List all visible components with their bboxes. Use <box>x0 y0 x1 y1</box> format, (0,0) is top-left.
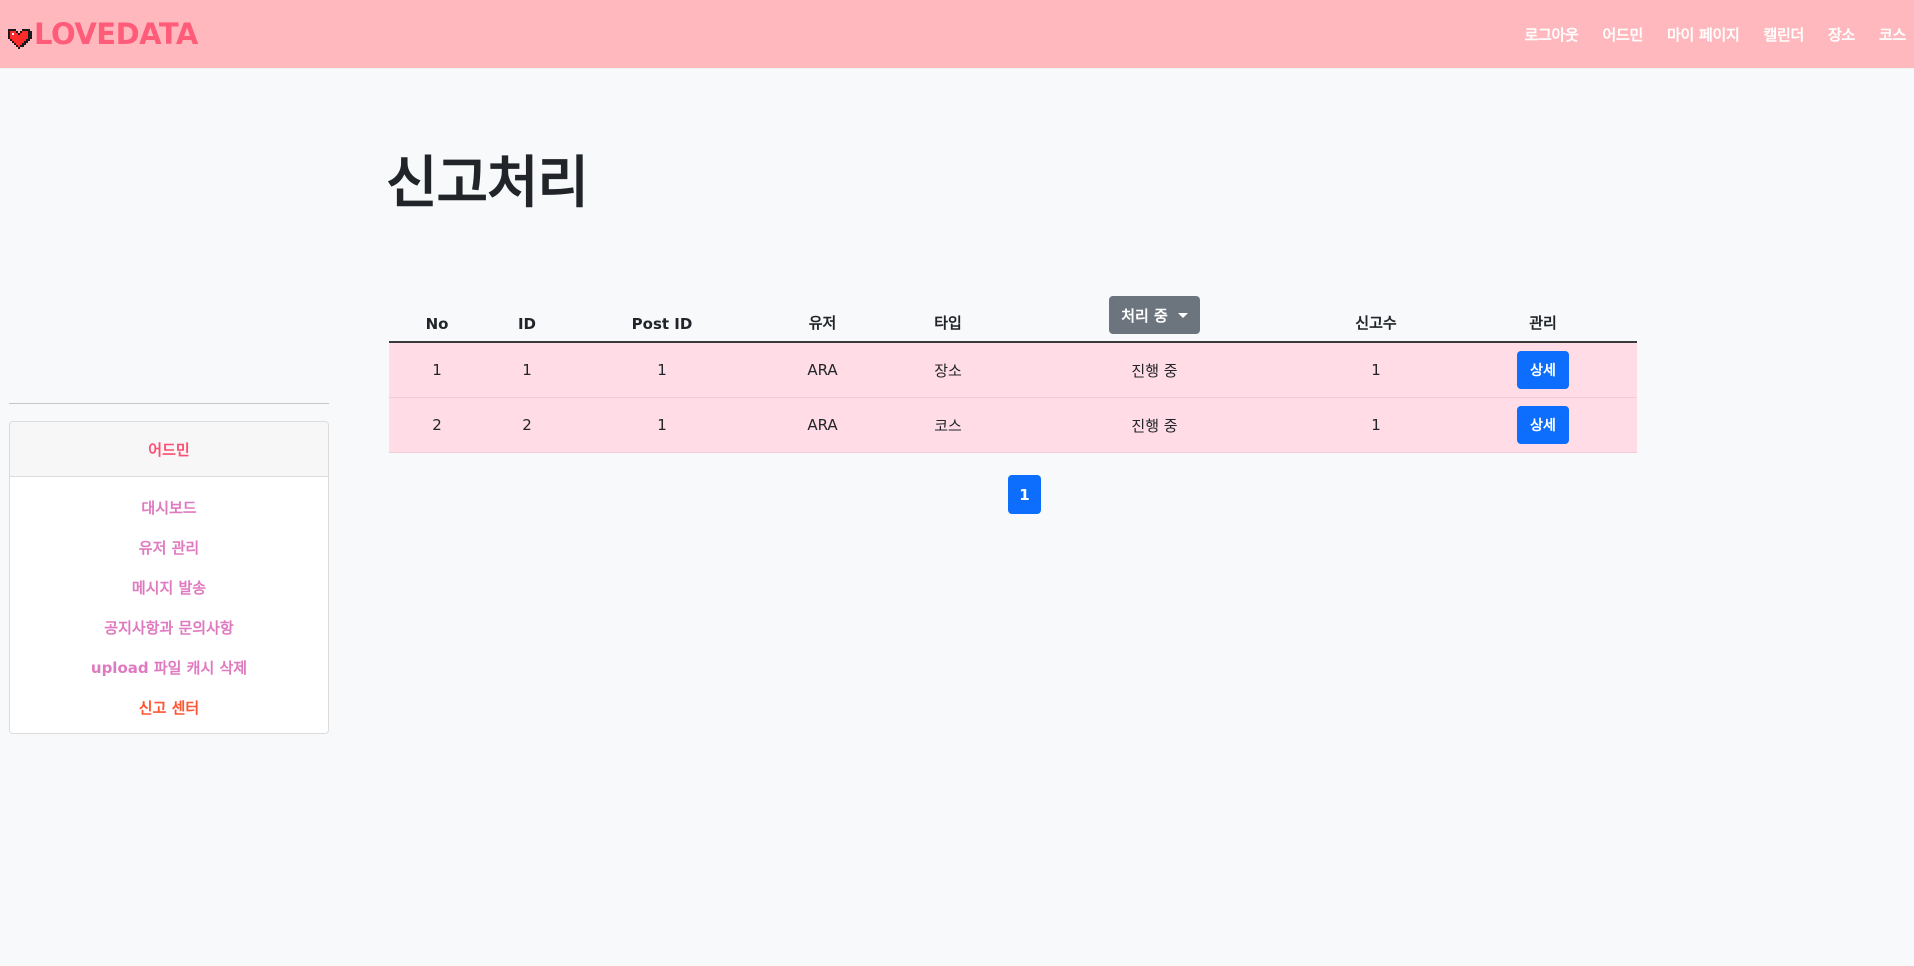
table-row: 1 1 1 ARA 장소 진행 중 1 상세 <box>389 342 1637 398</box>
cell-id: 1 <box>485 342 569 398</box>
nav-mypage[interactable]: 마이 페이지 <box>1667 24 1740 45</box>
cell-no: 2 <box>389 397 485 453</box>
column-header-user: 유저 <box>755 282 890 343</box>
page-title: 신고처리 <box>386 151 589 216</box>
cell-no: 1 <box>389 342 485 398</box>
cell-user: ARA <box>755 397 890 453</box>
column-header-no: No <box>389 282 485 343</box>
cell-manage: 상세 <box>1449 397 1637 453</box>
caret-down-icon <box>1177 312 1188 318</box>
top-navbar: LOVEDATA 로그아웃 어드민 마이 페이지 캘린더 장소 코스 <box>0 0 1914 68</box>
status-filter-dropdown[interactable]: 처리 중 <box>1109 296 1200 334</box>
nav-places[interactable]: 장소 <box>1828 24 1855 45</box>
page-button-1[interactable]: 1 <box>1008 475 1041 514</box>
cell-post-id: 1 <box>569 397 755 453</box>
sidebar-item-send-message[interactable]: 메시지 발송 <box>10 567 328 607</box>
cell-manage: 상세 <box>1449 342 1637 398</box>
cell-post-id: 1 <box>569 342 755 398</box>
column-header-status: 처리 중 <box>1006 282 1303 343</box>
nav-admin[interactable]: 어드민 <box>1603 24 1644 45</box>
report-table: No ID Post ID 유저 타입 처리 중 신고수 관리 1 1 1 AR… <box>389 282 1637 453</box>
sidebar-item-notices-inquiries[interactable]: 공지사항과 문의사항 <box>10 607 328 647</box>
nav-calendar[interactable]: 캘린더 <box>1763 24 1804 45</box>
sidebar-item-user-management[interactable]: 유저 관리 <box>10 527 328 567</box>
cell-user: ARA <box>755 342 890 398</box>
pagination: 1 <box>1008 475 1041 514</box>
sidebar-item-clear-upload-cache[interactable]: upload 파일 캐시 삭제 <box>10 647 328 687</box>
brand-logo-link[interactable]: LOVEDATA <box>6 12 198 56</box>
table-row: 2 2 1 ARA 코스 진행 중 1 상세 <box>389 397 1637 453</box>
sidebar-divider <box>9 403 329 404</box>
column-header-type: 타입 <box>890 282 1006 343</box>
nav-links: 로그아웃 어드민 마이 페이지 캘린더 장소 코스 <box>1524 0 1906 68</box>
nav-courses[interactable]: 코스 <box>1879 24 1906 45</box>
column-header-id: ID <box>485 282 569 343</box>
heart-icon <box>8 29 32 49</box>
cell-report-count: 1 <box>1303 342 1449 398</box>
sidebar-item-dashboard[interactable]: 대시보드 <box>10 487 328 527</box>
column-header-manage: 관리 <box>1449 282 1637 343</box>
cell-report-count: 1 <box>1303 397 1449 453</box>
nav-logout[interactable]: 로그아웃 <box>1524 24 1578 45</box>
detail-button[interactable]: 상세 <box>1517 406 1569 444</box>
column-header-post-id: Post ID <box>569 282 755 343</box>
cell-type: 장소 <box>890 342 1006 398</box>
sidebar-item-report-center[interactable]: 신고 센터 <box>10 687 328 727</box>
sidebar-menu: 대시보드 유저 관리 메시지 발송 공지사항과 문의사항 upload 파일 캐… <box>10 477 328 727</box>
status-filter-label: 처리 중 <box>1121 306 1168 325</box>
cell-type: 코스 <box>890 397 1006 453</box>
column-header-report-count: 신고수 <box>1303 282 1449 343</box>
detail-button[interactable]: 상세 <box>1517 351 1569 389</box>
cell-status: 진행 중 <box>1006 342 1303 398</box>
cell-status: 진행 중 <box>1006 397 1303 453</box>
brand-name: LOVEDATA <box>34 17 198 51</box>
table-header-row: No ID Post ID 유저 타입 처리 중 신고수 관리 <box>389 282 1637 343</box>
admin-sidebar: 어드민 대시보드 유저 관리 메시지 발송 공지사항과 문의사항 upload … <box>9 421 329 734</box>
cell-id: 2 <box>485 397 569 453</box>
sidebar-header: 어드민 <box>10 422 328 477</box>
